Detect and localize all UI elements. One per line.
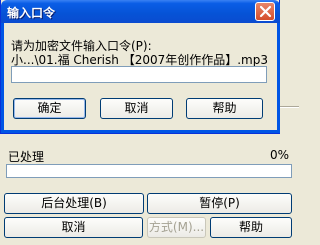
- status-label: 已处理: [8, 150, 45, 164]
- close-button[interactable]: [255, 2, 275, 21]
- pause-button[interactable]: 暂停(P): [147, 193, 292, 214]
- progress-percent: 0%: [269, 148, 289, 162]
- close-icon: [259, 5, 272, 18]
- progress-bar: [6, 164, 292, 178]
- password-dialog: 输入口令 请为加密文件输入口令(P): 小...\01.福 Cherish 【2…: [0, 0, 280, 134]
- dialog-titlebar[interactable]: 输入口令: [1, 0, 280, 23]
- dialog-title: 输入口令: [7, 6, 56, 20]
- cancel-process-button[interactable]: 取消: [4, 217, 143, 238]
- background-button[interactable]: 后台处理(B): [4, 193, 144, 214]
- mode-button[interactable]: 方式(M)...: [147, 217, 206, 238]
- help-button[interactable]: 帮助: [186, 98, 263, 119]
- ok-button[interactable]: 确定: [13, 98, 86, 119]
- password-input[interactable]: [11, 66, 267, 83]
- cancel-button[interactable]: 取消: [100, 98, 173, 119]
- help-process-button[interactable]: 帮助: [210, 217, 292, 238]
